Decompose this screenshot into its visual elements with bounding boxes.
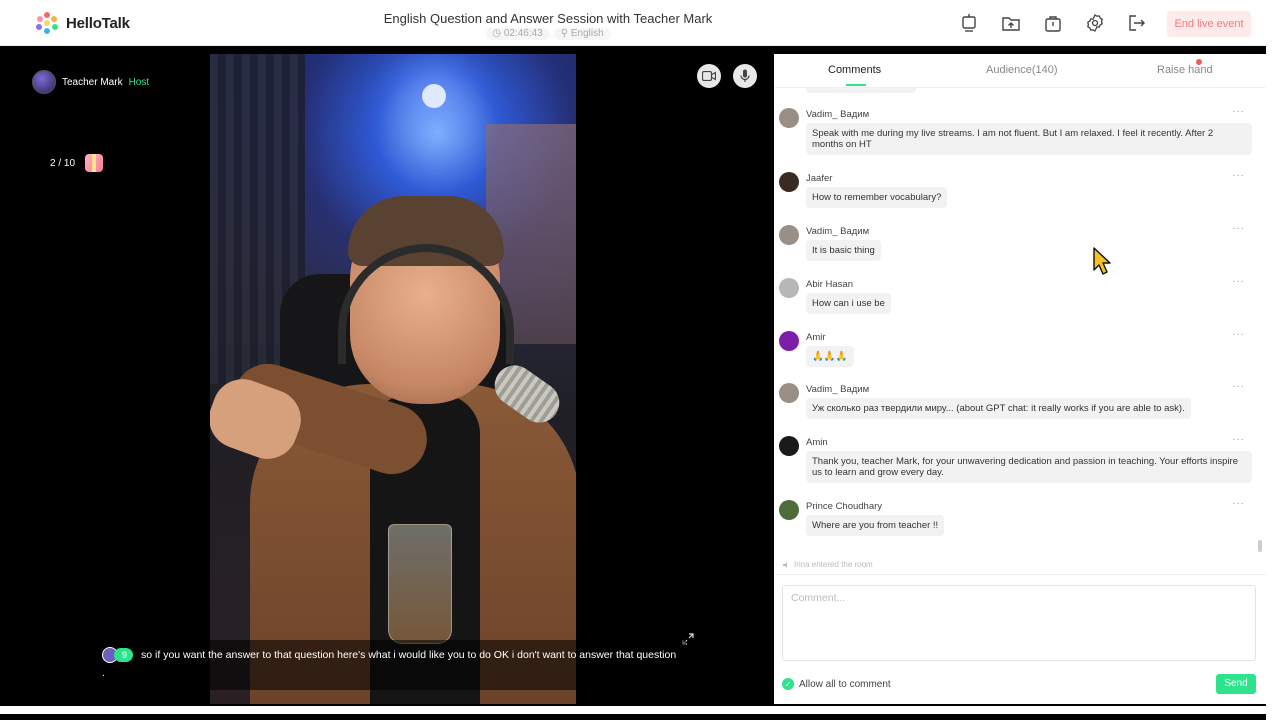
more-options-icon[interactable]: ··· [1232,276,1245,287]
comment-text: Thank you, teacher Mark, for your unwave… [806,451,1252,483]
mouse-cursor-icon [1092,246,1114,281]
caption-viewers-badge: 9 [102,647,134,664]
commenter-name[interactable]: Prince Choudhary [806,501,882,512]
more-options-icon[interactable]: ··· [1232,498,1245,509]
comment-text: How to remember vocabulary? [806,187,948,208]
timer-badge: ◷ 02:46:43 [485,28,550,40]
more-options-icon[interactable]: ··· [1232,223,1245,234]
gift-icon [85,154,104,172]
commenter-avatar[interactable] [779,108,799,128]
more-options-icon[interactable]: ··· [1232,106,1245,117]
more-options-icon[interactable]: ··· [1232,381,1245,392]
language-badge: ⚲ English [553,28,611,40]
commenter-avatar[interactable] [779,331,799,351]
commenter-name[interactable]: Vadim_ Вадим [806,226,869,237]
commenter-name[interactable]: Amin [806,437,828,448]
host-name: Teacher Mark [62,76,123,88]
host-tag: Host [128,76,150,88]
window-bottom-edge [0,706,1266,714]
top-bar: HelloTalk English Question and Answer Se… [0,0,1266,46]
send-button[interactable]: Send [1216,674,1256,694]
caption-count: 9 [114,648,134,663]
commenter-avatar[interactable] [779,278,799,298]
commenter-name[interactable]: Amir [806,332,826,343]
screen-share-icon[interactable] [958,12,980,34]
live-video[interactable]: Teacher Mark Host 2 / 10 9 so if you wan… [16,54,770,704]
comment-text: It is basic thing [806,240,881,261]
app-logo: HelloTalk [36,12,130,34]
microphone-icon [740,69,750,82]
host-avatar [32,70,56,94]
timer-value: 02:46:43 [503,28,543,39]
more-options-icon[interactable]: ··· [1232,170,1245,181]
tab-audience[interactable]: Audience(140) [986,64,1058,76]
window-right-edge [1266,0,1280,720]
check-icon: ✓ [782,678,794,690]
exit-icon[interactable] [1126,12,1148,34]
hellotalk-logo-icon [36,12,58,34]
comment-text: Уж сколько раз твердили миру... (about G… [806,398,1191,419]
comment-text: How can i use be [806,293,891,314]
folder-upload-icon[interactable] [1000,12,1022,34]
comment-text: Where are you from teacher !! [806,515,945,536]
panel-tabs: Comments Audience(140) Raise hand [774,54,1266,88]
event-title-block: English Question and Answer Session with… [383,11,713,40]
raise-hand-notification-dot [1196,59,1202,65]
video-camera-icon [702,71,716,81]
host-info: Teacher Mark Host [32,70,149,94]
comments-scrollbar[interactable] [1258,540,1262,552]
allow-all-comment-toggle[interactable]: ✓ Allow all to comment [782,678,891,690]
active-tab-indicator [846,84,866,86]
camera-feed [210,54,576,704]
live-caption: 9 so if you want the answer to that ques… [96,640,686,690]
side-panel: Comments Audience(140) Raise hand Vadim_… [774,54,1266,704]
speaker-icon [783,561,787,568]
comment-input[interactable] [782,585,1256,661]
commenter-avatar[interactable] [779,436,799,456]
caption-text: so if you want the answer to that questi… [102,649,677,679]
settings-icon[interactable] [1084,12,1106,34]
commenter-name[interactable]: Jaafer [806,173,832,184]
counter-value: 2 / 10 [50,157,76,169]
commenter-avatar[interactable] [779,172,799,192]
join-notice-text: Irina entered the room [794,560,873,569]
comment-text: Speak with me during my live streams. I … [806,123,1252,155]
more-options-icon[interactable]: ··· [1232,329,1245,340]
bag-icon[interactable] [1042,12,1064,34]
previous-comment-edge [806,88,916,93]
commenter-avatar[interactable] [779,500,799,520]
commenter-name[interactable]: Vadim_ Вадим [806,109,869,120]
commenter-avatar[interactable] [779,383,799,403]
commenter-name[interactable]: Vadim_ Вадим [806,384,869,395]
app-name: HelloTalk [66,14,130,32]
allow-all-label: Allow all to comment [799,678,891,690]
language-value: English [570,28,604,39]
tab-comments[interactable]: Comments [828,64,881,76]
gift-counter: 2 / 10 [50,154,104,172]
commenter-avatar[interactable] [779,225,799,245]
more-options-icon[interactable]: ··· [1232,434,1245,445]
tab-raise-hand[interactable]: Raise hand [1157,64,1213,76]
composer-divider [774,574,1266,575]
join-notice: Irina entered the room [782,560,873,569]
camera-toggle-button[interactable] [697,64,721,88]
comment-text: 🙏🙏🙏 [806,346,854,367]
end-live-event-button[interactable]: End live event [1167,11,1251,37]
commenter-name[interactable]: Abir Hasan [806,279,853,290]
microphone-toggle-button[interactable] [733,64,757,88]
event-title: English Question and Answer Session with… [383,11,713,26]
